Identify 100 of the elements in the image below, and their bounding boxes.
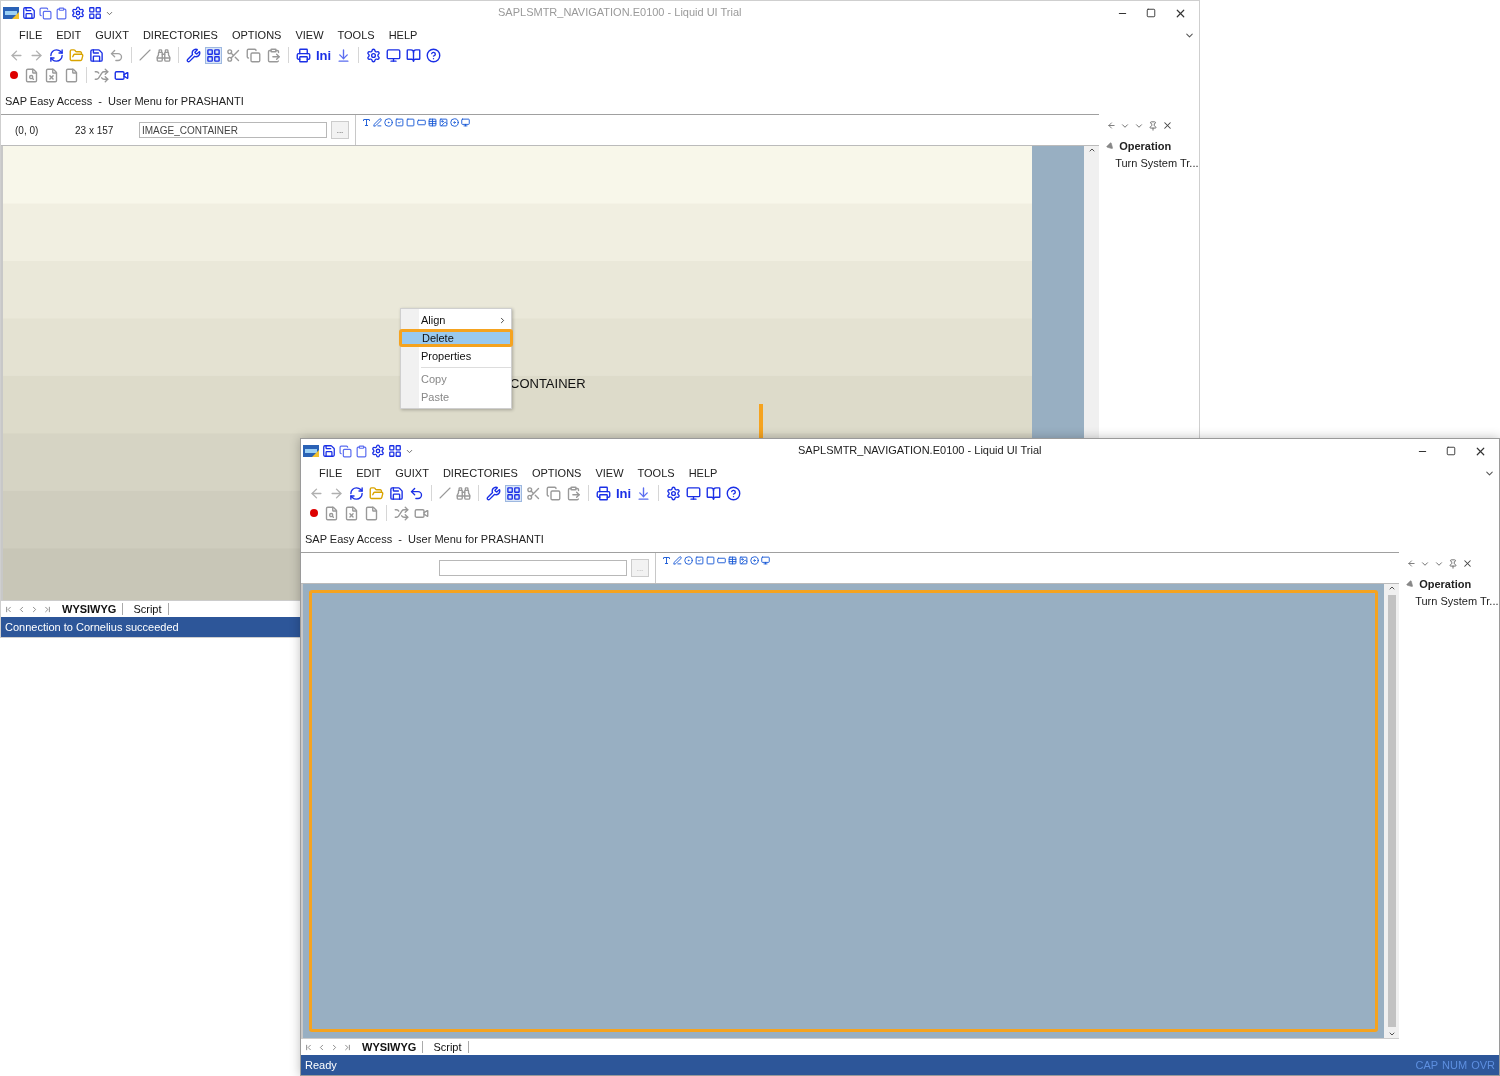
copy-icon[interactable] <box>246 47 261 63</box>
menu-item[interactable]: HELP <box>388 29 418 41</box>
app-logo-icon[interactable] <box>303 444 319 458</box>
tab[interactable]: WYSIWYG <box>56 603 124 615</box>
tree-item[interactable]: Operation <box>1419 578 1472 590</box>
find-icon[interactable] <box>456 485 471 501</box>
previous-icon[interactable] <box>17 604 26 614</box>
clipboard-icon[interactable] <box>355 444 368 458</box>
maximize-icon[interactable] <box>1446 446 1456 456</box>
widget-icon[interactable] <box>395 118 404 127</box>
print-icon[interactable] <box>296 47 311 63</box>
scroll-up-icon[interactable] <box>1387 584 1396 592</box>
menu-option[interactable]: Align <box>401 311 511 329</box>
expand-icon[interactable] <box>1184 30 1195 41</box>
name-field[interactable] <box>439 560 627 576</box>
settings-icon[interactable] <box>71 6 85 20</box>
settings-icon[interactable] <box>366 47 382 63</box>
menu-item[interactable]: TOOLS <box>337 29 375 41</box>
print-icon[interactable] <box>596 485 611 501</box>
book-icon[interactable] <box>706 485 722 501</box>
menu-option[interactable]: Delete <box>399 329 513 347</box>
ini-button[interactable]: Ini <box>316 47 332 63</box>
settings-icon[interactable] <box>666 485 682 501</box>
tab[interactable]: Script <box>427 1041 469 1053</box>
menu-item[interactable]: GUIXT <box>395 467 429 479</box>
save-icon[interactable] <box>322 444 336 458</box>
pin-icon[interactable] <box>1448 558 1459 569</box>
menu-item[interactable]: DIRECTORIES <box>142 29 218 41</box>
widget-icon[interactable] <box>739 556 748 565</box>
menu-item[interactable]: TOOLS <box>637 467 675 479</box>
maximize-icon[interactable] <box>1146 8 1156 18</box>
app-logo-icon[interactable] <box>3 6 19 20</box>
tree-item[interactable]: Operation <box>1119 140 1172 152</box>
next-icon[interactable] <box>30 604 39 614</box>
tab[interactable]: Script <box>127 603 169 615</box>
folder-icon[interactable] <box>69 47 84 63</box>
file-search-icon[interactable] <box>324 505 339 521</box>
menu-item[interactable]: OPTIONS <box>531 467 582 479</box>
layout-icon[interactable] <box>506 485 521 501</box>
help-icon[interactable] <box>426 47 442 63</box>
refresh-icon[interactable] <box>49 47 64 63</box>
widget-icon[interactable] <box>450 118 459 127</box>
book-icon[interactable] <box>406 47 422 63</box>
find-icon[interactable] <box>156 47 171 63</box>
pin-icon[interactable] <box>1148 120 1159 131</box>
clipboard-icon[interactable] <box>55 6 68 20</box>
menu-item[interactable]: VIEW <box>295 29 324 41</box>
save-icon[interactable] <box>89 47 104 63</box>
browse-button[interactable]: ... <box>331 121 349 139</box>
menu-item[interactable]: HELP <box>688 467 718 479</box>
file-search-icon[interactable] <box>24 67 39 83</box>
widget-icon[interactable] <box>750 556 759 565</box>
help-icon[interactable] <box>726 485 742 501</box>
menu-item[interactable]: FILE <box>319 467 343 479</box>
layout-icon[interactable] <box>388 444 402 458</box>
refresh-icon[interactable] <box>349 485 364 501</box>
menu-item[interactable]: EDIT <box>356 467 382 479</box>
scrollbar-thumb[interactable] <box>1387 595 1396 1027</box>
last-icon[interactable] <box>43 604 52 614</box>
back-icon[interactable] <box>1407 559 1417 568</box>
layout-icon[interactable] <box>206 47 221 63</box>
close-icon[interactable] <box>1162 120 1174 131</box>
settings-icon[interactable] <box>371 444 385 458</box>
copy-icon[interactable] <box>39 6 52 20</box>
first-icon[interactable] <box>304 1042 313 1052</box>
back-icon[interactable] <box>1107 121 1117 130</box>
widget-icon[interactable] <box>662 556 671 565</box>
widget-icon[interactable] <box>673 556 682 565</box>
widget-icon[interactable] <box>362 118 371 127</box>
menu-option[interactable]: Properties <box>401 347 511 365</box>
monitor-icon[interactable] <box>386 47 402 63</box>
menu-item[interactable]: FILE <box>19 29 43 41</box>
previous-icon[interactable] <box>317 1042 326 1052</box>
widget-icon[interactable] <box>761 556 770 565</box>
next-icon[interactable] <box>330 1042 339 1052</box>
menu-item[interactable]: EDIT <box>56 29 82 41</box>
menu-item[interactable]: VIEW <box>595 467 624 479</box>
widget-icon[interactable] <box>461 118 470 127</box>
menu-item[interactable]: OPTIONS <box>231 29 282 41</box>
scroll-up-icon[interactable] <box>1087 146 1096 154</box>
record-icon[interactable] <box>309 508 319 518</box>
widget-icon[interactable] <box>428 118 437 127</box>
cut-icon[interactable] <box>526 485 541 501</box>
cut-icon[interactable] <box>226 47 241 63</box>
tree-item[interactable]: Turn System Tr... <box>1399 595 1499 607</box>
widget-icon[interactable] <box>373 118 382 127</box>
tree-item[interactable]: Turn System Tr... <box>1099 157 1199 169</box>
widget-icon[interactable] <box>695 556 704 565</box>
tab[interactable]: WYSIWYG <box>356 1041 424 1053</box>
wrench-icon[interactable] <box>186 47 201 63</box>
menu-item[interactable]: GUIXT <box>95 29 129 41</box>
last-icon[interactable] <box>343 1042 352 1052</box>
undo-icon[interactable] <box>409 485 424 501</box>
ini-button[interactable]: Ini <box>616 485 632 501</box>
copy-icon[interactable] <box>546 485 561 501</box>
expand-icon[interactable] <box>1484 468 1495 479</box>
paste-icon[interactable] <box>566 485 581 501</box>
monitor-icon[interactable] <box>686 485 702 501</box>
record-icon[interactable] <box>9 70 19 80</box>
widget-icon[interactable] <box>439 118 448 127</box>
